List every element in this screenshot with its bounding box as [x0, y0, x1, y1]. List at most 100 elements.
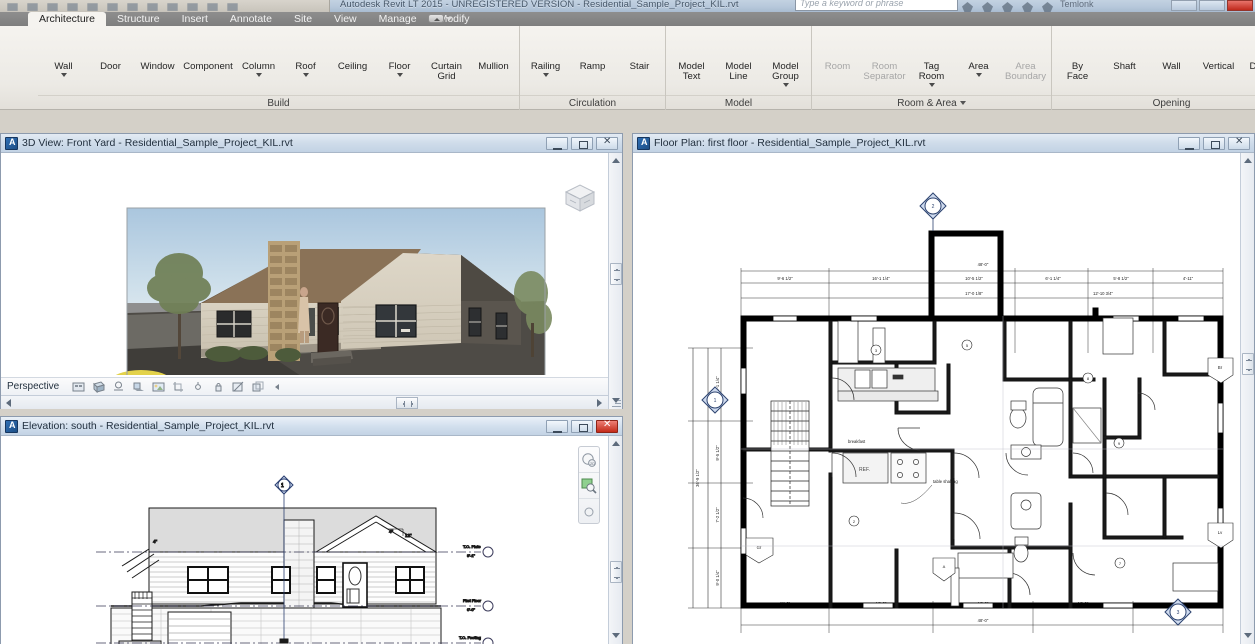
ribbon-button-shaft[interactable]: Shaft [1101, 29, 1148, 72]
navigation-bar-elevation[interactable]: 2D [578, 446, 600, 524]
scroll-up-button[interactable] [611, 439, 621, 449]
vertical-scrollbar-3d[interactable] [608, 153, 622, 409]
scroll-up-button[interactable] [1243, 156, 1253, 166]
restore-button[interactable] [1199, 0, 1225, 11]
shadows-icon[interactable] [132, 381, 145, 393]
qat-icon-1[interactable] [6, 1, 19, 12]
ribbon-button-by-face[interactable]: ByFace [1054, 29, 1101, 82]
ribbon-button-railing[interactable]: Railing [522, 29, 569, 77]
crop-view-icon[interactable] [172, 381, 185, 393]
minimize-button[interactable] [1178, 137, 1200, 150]
close-button[interactable] [596, 137, 618, 150]
lock-3d-view-icon[interactable] [212, 381, 225, 393]
window-floor-plan-canvas[interactable]: 9'-6 1/2" 16'-1 1/4" 10'-5 1/2" 6'-1 1/4… [633, 153, 1254, 644]
ribbon-tab-manage[interactable]: Manage [368, 12, 428, 26]
chevron-down-icon[interactable] [783, 83, 789, 87]
scrollbar-thumb[interactable] [396, 397, 418, 409]
ribbon-button-model-line[interactable]: ModelLine [715, 29, 762, 82]
window-3d-view[interactable]: 3D View: Front Yard - Residential_Sample… [0, 133, 623, 409]
scroll-down-button[interactable] [1243, 631, 1253, 641]
ribbon-button-model-group[interactable]: ModelGroup [762, 29, 809, 87]
chevron-down-icon[interactable] [929, 83, 935, 87]
close-button[interactable] [596, 420, 618, 433]
visual-style-icon[interactable] [92, 381, 105, 393]
qat-icon-10[interactable] [186, 1, 199, 12]
chevron-down-icon[interactable] [960, 101, 966, 105]
crop-region-icon[interactable] [192, 381, 205, 393]
ribbon-tab-view[interactable]: View [323, 12, 368, 26]
ribbon-button-column[interactable]: Column [235, 29, 282, 77]
vertical-scrollbar-elevation[interactable] [608, 436, 622, 644]
ribbon-button-ceiling[interactable]: Ceiling [329, 29, 376, 72]
close-button[interactable] [1228, 137, 1250, 150]
scroll-up-button[interactable] [611, 156, 621, 166]
ribbon-button-floor[interactable]: Floor [376, 29, 423, 77]
ribbon-button-dormer[interactable]: Dormer [1242, 29, 1255, 72]
chevron-down-icon[interactable] [61, 73, 67, 77]
vertical-scrollbar-floor-plan[interactable] [1240, 153, 1254, 644]
minimize-button[interactable] [1171, 0, 1197, 11]
detail-level-icon[interactable] [72, 381, 85, 393]
window-floor-plan-titlebar[interactable]: Floor Plan: first floor - Residential_Sa… [633, 134, 1254, 153]
view-scale-label[interactable]: Perspective [7, 381, 59, 392]
ribbon-tab-annotate[interactable]: Annotate [219, 12, 283, 26]
zoom-tools-button[interactable] [579, 473, 599, 499]
window-elevation-titlebar[interactable]: Elevation: south - Residential_Sample_Pr… [1, 417, 622, 436]
window-floor-plan[interactable]: Floor Plan: first floor - Residential_Sa… [632, 133, 1255, 644]
scrollbar-thumb[interactable] [610, 263, 622, 285]
qat-icon-6[interactable] [106, 1, 119, 12]
scroll-right-button[interactable] [595, 398, 605, 408]
ribbon-minimize-icon[interactable] [428, 14, 444, 23]
qat-icon-11[interactable] [206, 1, 219, 12]
scrollbar-thumb[interactable] [1242, 353, 1254, 375]
nav-bar-options-button[interactable] [579, 499, 599, 525]
viewcube-3d[interactable] [560, 178, 600, 218]
chevron-down-icon[interactable] [976, 73, 982, 77]
window-elevation-controls[interactable] [546, 420, 622, 433]
close-button[interactable] [1227, 0, 1253, 11]
reveal-hidden-icon[interactable] [252, 381, 265, 393]
qat-icon-3[interactable] [46, 1, 59, 12]
ribbon-tab-structure[interactable]: Structure [106, 12, 171, 26]
ribbon-button-stair[interactable]: Stair [616, 29, 663, 72]
ribbon-button-ramp[interactable]: Ramp [569, 29, 616, 72]
temporary-hide-icon[interactable] [232, 381, 245, 393]
chevron-down-icon[interactable] [446, 17, 452, 21]
infocenter-icons[interactable] [962, 0, 1053, 12]
window-controls[interactable] [1171, 0, 1253, 12]
ribbon-tab-insert[interactable]: Insert [171, 12, 219, 26]
maximize-button[interactable] [571, 137, 593, 150]
horizontal-scrollbar-3d[interactable] [1, 395, 608, 409]
ribbon-button-window[interactable]: Window [134, 29, 181, 72]
ribbon-button-mullion[interactable]: Mullion [470, 29, 517, 72]
sun-path-icon[interactable] [112, 381, 125, 393]
subscription-icon[interactable] [982, 2, 993, 12]
ribbon-button-wall[interactable]: Wall [1148, 29, 1195, 72]
search-input[interactable]: Type a keyword or phrase [795, 0, 958, 11]
window-elevation[interactable]: Elevation: south - Residential_Sample_Pr… [0, 416, 623, 644]
quick-access-toolbar[interactable] [0, 0, 330, 12]
window-elevation-canvas[interactable]: T.O. Plate9'-1" First Floor0'-0" T.O. Fo… [1, 436, 622, 644]
ribbon-button-area[interactable]: Area [955, 29, 1002, 77]
more-options-icon[interactable] [272, 381, 285, 393]
qat-icon-4[interactable] [66, 1, 79, 12]
window-3d-view-titlebar[interactable]: 3D View: Front Yard - Residential_Sample… [1, 134, 622, 153]
maximize-button[interactable] [571, 420, 593, 433]
ribbon-button-model-text[interactable]: AModelText [668, 29, 715, 82]
ribbon-tab-site[interactable]: Site [283, 12, 323, 26]
search-icon[interactable] [962, 2, 973, 12]
chevron-down-icon[interactable] [303, 73, 309, 77]
ribbon-button-vertical[interactable]: Vertical [1195, 29, 1242, 72]
window-3d-view-canvas[interactable]: Perspective [1, 153, 622, 409]
render-icon[interactable] [152, 381, 165, 393]
minimize-button[interactable] [546, 137, 568, 150]
qat-icon-7[interactable] [126, 1, 139, 12]
steering-wheel-button[interactable]: 2D [579, 447, 599, 473]
view-control-bar-3d[interactable]: Perspective [1, 377, 608, 395]
chevron-down-icon[interactable] [397, 73, 403, 77]
communication-center-icon[interactable] [1002, 2, 1013, 12]
qat-icon-9[interactable] [166, 1, 179, 12]
scroll-left-button[interactable] [4, 398, 14, 408]
minimize-button[interactable] [546, 420, 568, 433]
qat-icon-2[interactable] [26, 1, 39, 12]
